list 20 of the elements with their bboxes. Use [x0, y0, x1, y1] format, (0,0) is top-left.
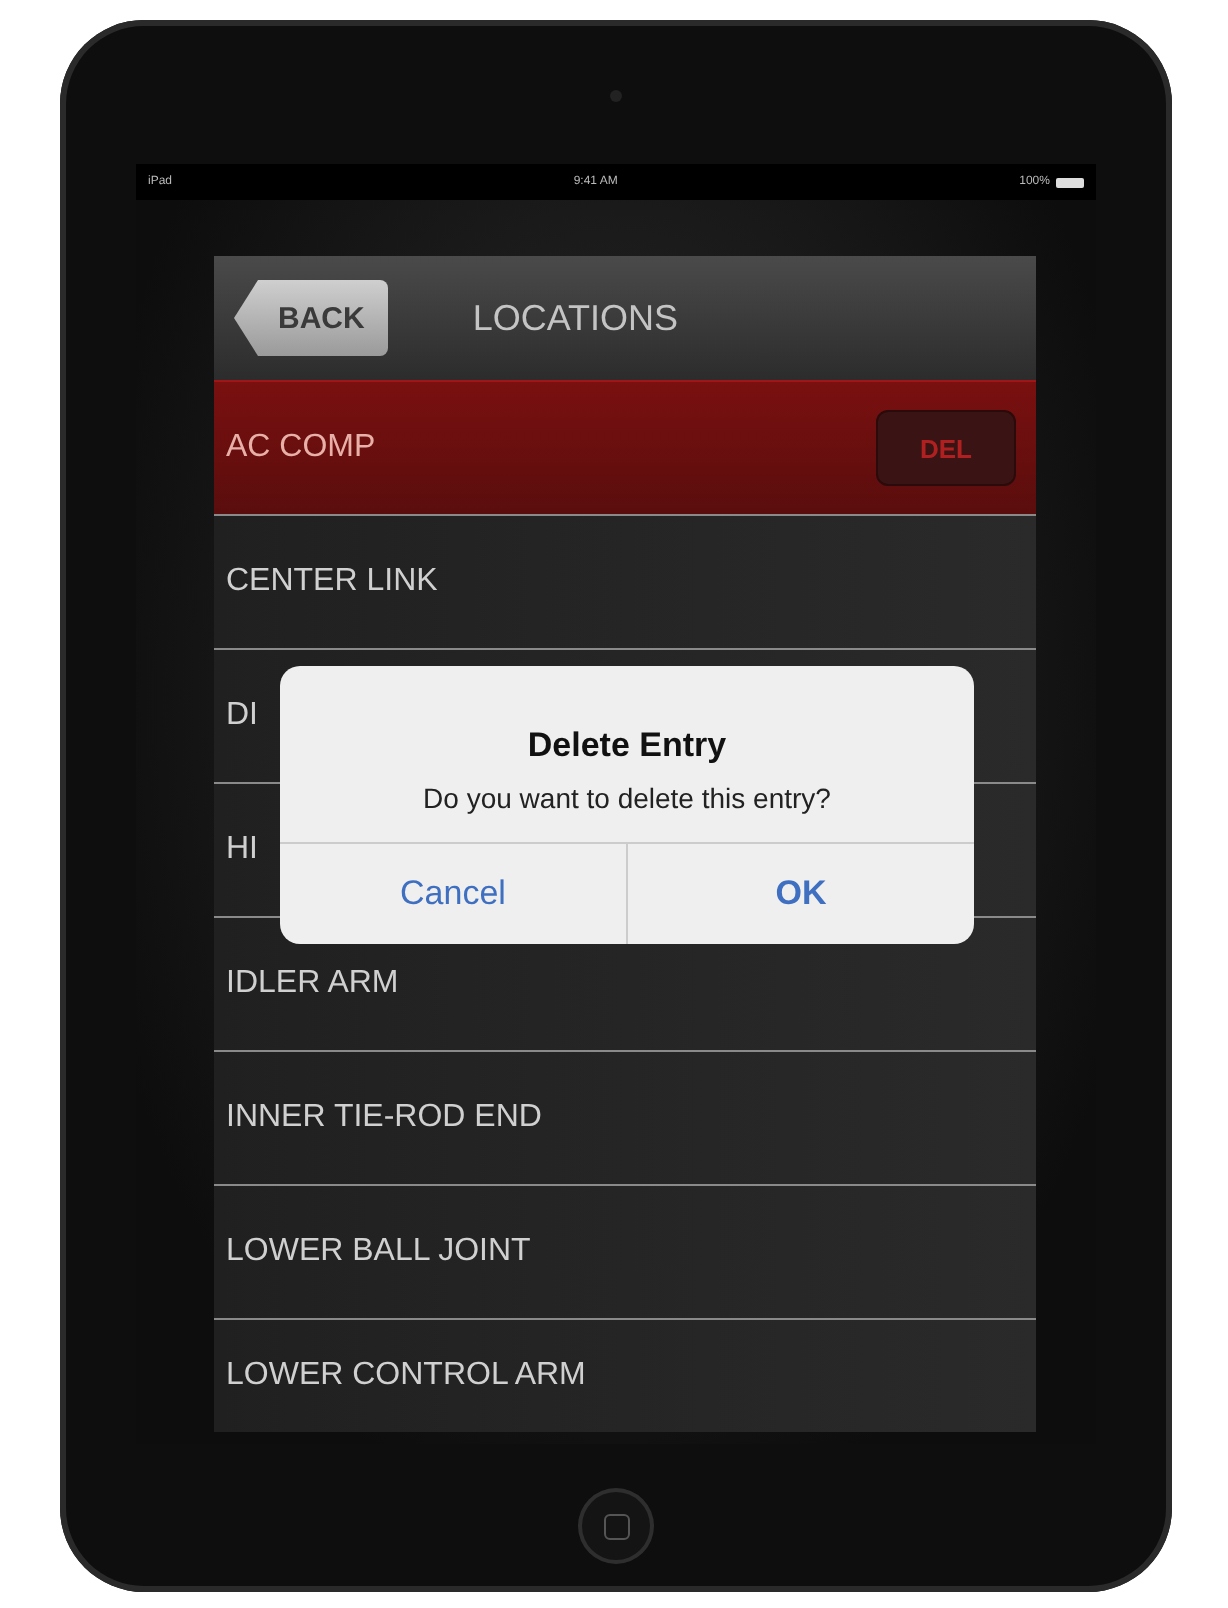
list-row[interactable]: INNER TIE-ROD END: [214, 1052, 1036, 1186]
nav-title: LOCATIONS: [472, 297, 679, 339]
alert-message: Do you want to delete this entry?: [423, 782, 831, 814]
row-label: CENTER LINK: [226, 564, 438, 600]
list-row[interactable]: LOWER CONTROL ARM: [214, 1320, 1036, 1432]
ok-button[interactable]: OK: [626, 844, 974, 944]
alert-title: Delete Entry: [527, 726, 727, 766]
home-button[interactable]: [578, 1488, 654, 1564]
list-row[interactable]: AC COMP DEL: [214, 380, 1036, 516]
row-label: INNER TIE-ROD END: [226, 1100, 542, 1136]
row-label: DI: [226, 698, 258, 734]
list-row[interactable]: CENTER LINK: [214, 516, 1036, 650]
row-label: HI: [226, 832, 258, 868]
row-label: LOWER BALL JOINT: [226, 1234, 531, 1270]
row-label: LOWER CONTROL ARM: [226, 1358, 586, 1394]
row-label: IDLER ARM: [226, 966, 399, 1002]
list-row[interactable]: LOWER BALL JOINT: [214, 1186, 1036, 1320]
row-label: AC COMP: [226, 430, 376, 466]
battery-icon: [1055, 177, 1084, 187]
back-button[interactable]: BACK: [234, 280, 389, 356]
